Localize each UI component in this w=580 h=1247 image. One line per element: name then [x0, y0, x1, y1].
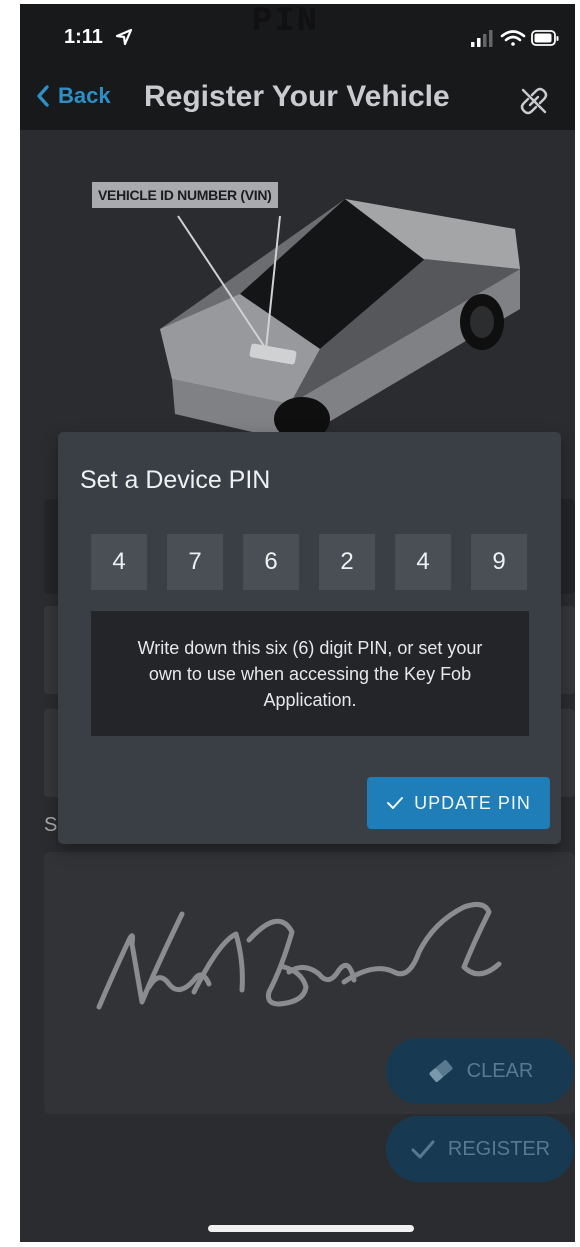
- chevron-left-icon: [37, 85, 49, 107]
- location-arrow-icon: [115, 28, 133, 46]
- register-label: REGISTER: [447, 1137, 551, 1160]
- set-pin-dialog: Set a Device PIN 4 7 6 2 4 9 Write down …: [58, 432, 561, 844]
- signature-label: S: [44, 814, 58, 836]
- register-button[interactable]: REGISTER: [386, 1116, 574, 1182]
- vehicle-illustration: [160, 199, 520, 442]
- pin-digit-1[interactable]: 4: [91, 534, 147, 590]
- dialog-title: Set a Device PIN: [80, 466, 271, 494]
- battery-icon: [531, 30, 559, 46]
- cellular-signal-icon: [471, 30, 493, 47]
- wifi-icon: [500, 30, 526, 46]
- vin-label: VEHICLE ID NUMBER (VIN): [92, 182, 278, 208]
- pin-input-row: 4 7 6 2 4 9: [91, 534, 531, 590]
- checkmark-icon: [387, 797, 404, 809]
- status-time: 1:11: [64, 26, 103, 48]
- pin-instructions: Write down this six (6) digit PIN, or se…: [91, 611, 529, 736]
- back-label: Back: [58, 83, 111, 108]
- home-indicator: [208, 1225, 414, 1232]
- clear-label: CLEAR: [466, 1059, 534, 1082]
- clear-button[interactable]: CLEAR: [386, 1038, 574, 1104]
- pin-digit-3[interactable]: 6: [243, 534, 299, 590]
- update-pin-label: UPDATE PIN: [414, 792, 531, 813]
- navigation-bar: Back Register Your Vehicle: [20, 66, 575, 130]
- overlay-text: PIN: [252, 3, 320, 41]
- unlink-icon[interactable]: [519, 86, 549, 116]
- page-title: Register Your Vehicle: [144, 80, 450, 113]
- update-pin-button[interactable]: UPDATE PIN: [367, 777, 550, 829]
- status-icons: [471, 30, 559, 47]
- checkmark-icon: [411, 1140, 435, 1159]
- pin-digit-6[interactable]: 9: [471, 534, 527, 590]
- eraser-icon: [429, 1060, 453, 1082]
- app-screen: 1:11 Back Register Your Vehicle VEHICLE …: [20, 4, 575, 1242]
- pin-digit-4[interactable]: 2: [319, 534, 375, 590]
- back-button[interactable]: Back: [36, 83, 111, 109]
- pin-digit-2[interactable]: 7: [167, 534, 223, 590]
- pin-digit-5[interactable]: 4: [395, 534, 451, 590]
